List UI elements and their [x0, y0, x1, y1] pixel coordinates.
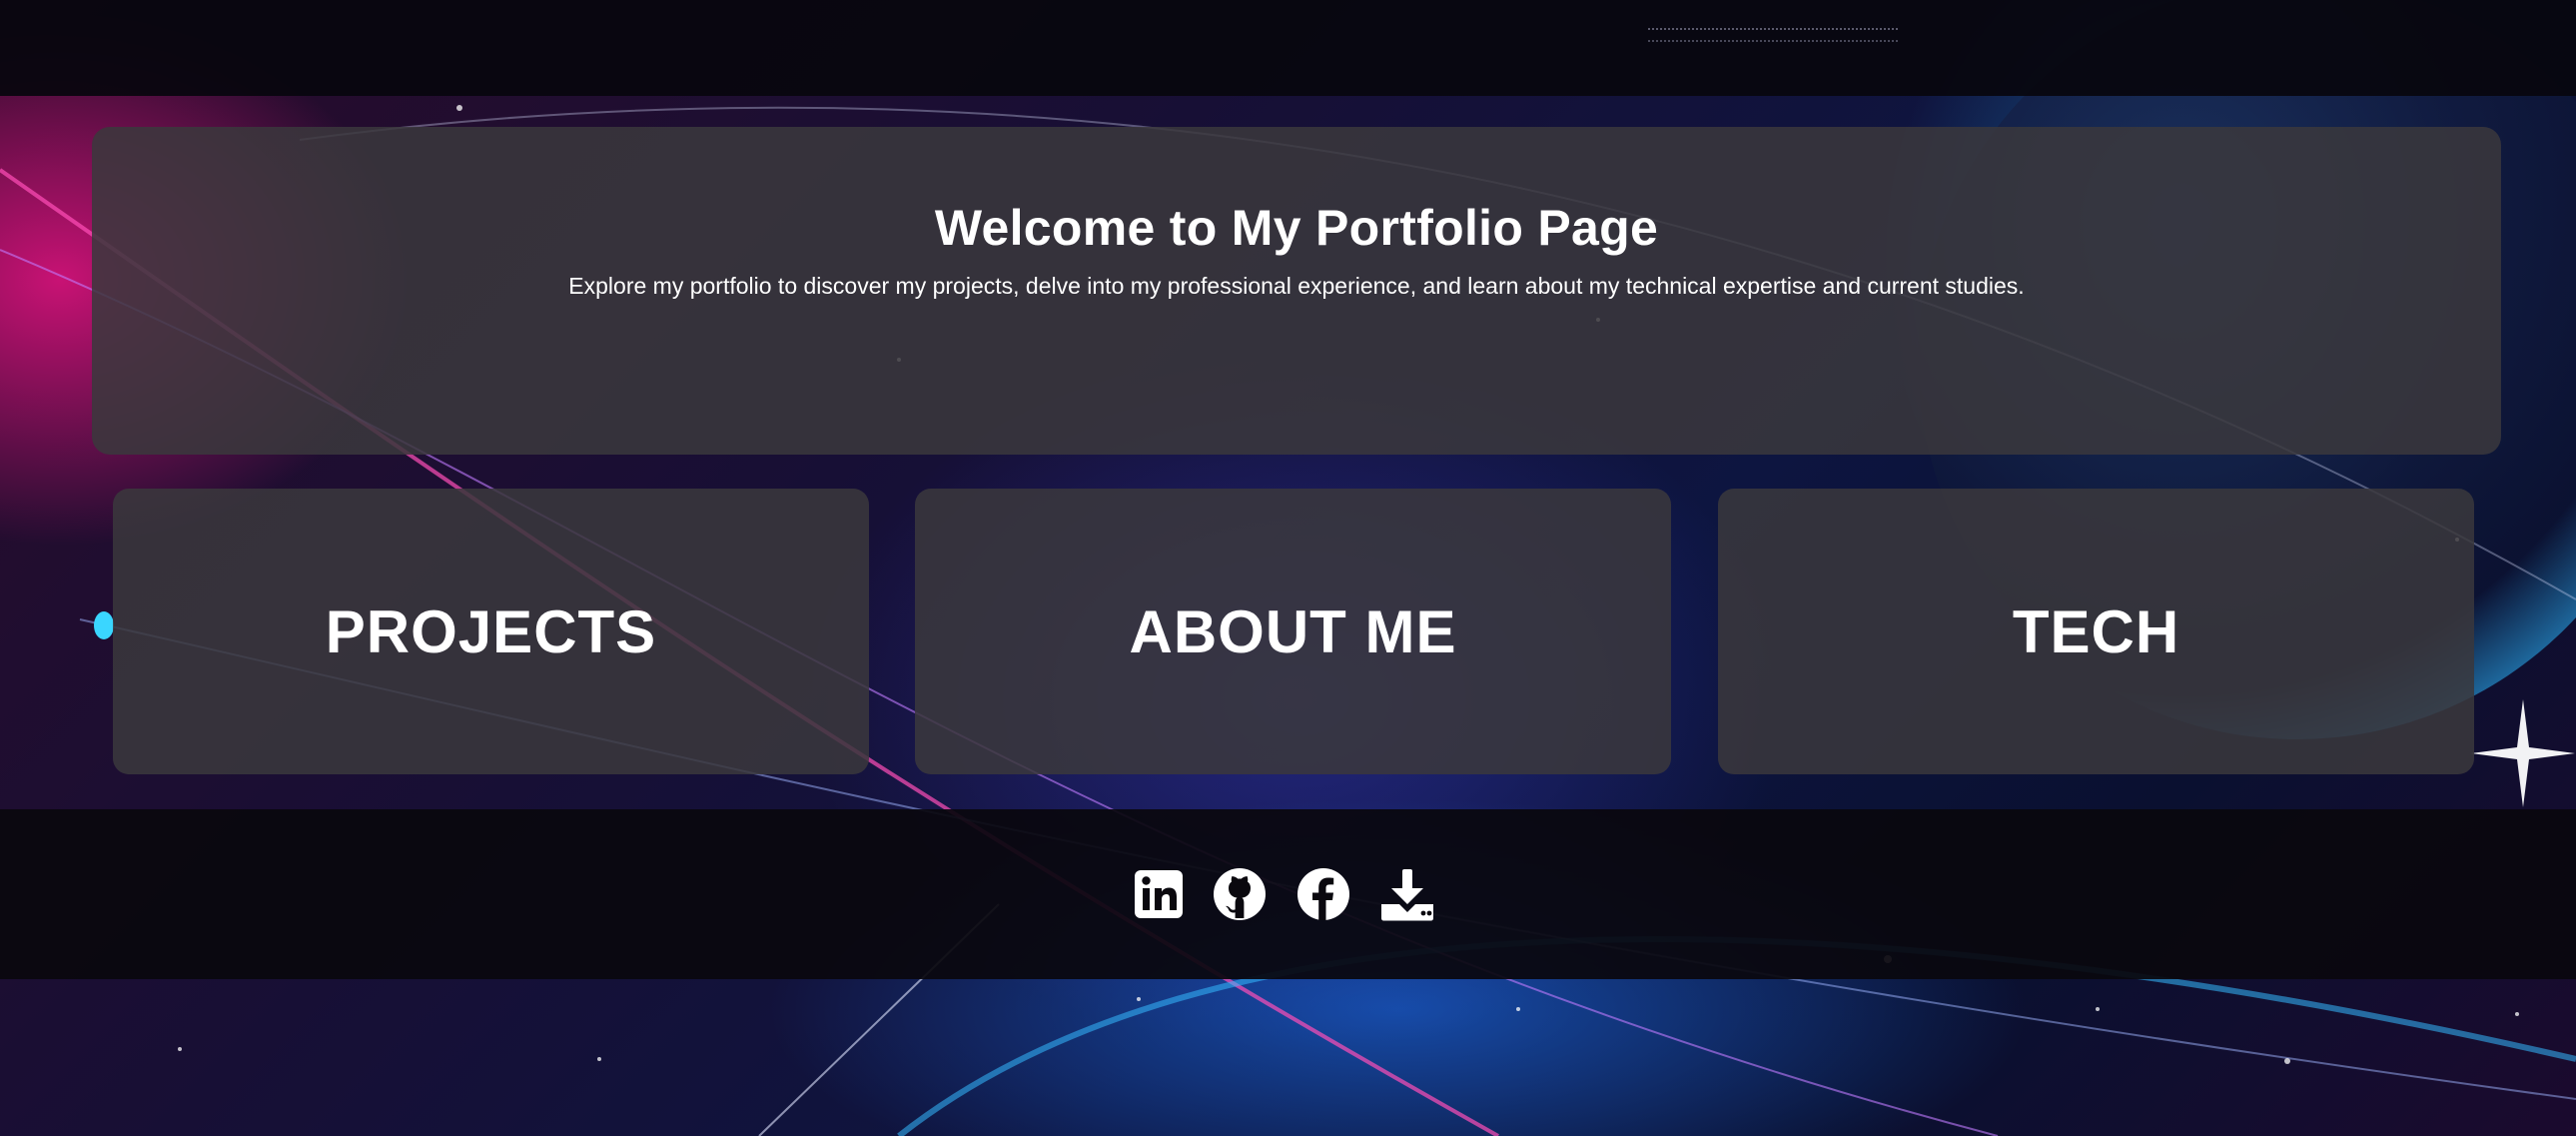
top-bar [0, 0, 2576, 96]
github-link[interactable] [1211, 865, 1269, 923]
sparkle [2471, 699, 2575, 807]
about-me-card-label: ABOUT ME [1129, 597, 1457, 665]
top-bar-decoration [1648, 28, 1898, 42]
linkedin-link[interactable] [1130, 865, 1188, 923]
page-title: Welcome to My Portfolio Page [934, 200, 1659, 256]
page-subtitle: Explore my portfolio to discover my proj… [568, 273, 2025, 299]
projects-card[interactable]: PROJECTS [113, 489, 869, 774]
about-me-card[interactable]: ABOUT ME [915, 489, 1671, 774]
hero-banner: Welcome to My Portfolio Page Explore my … [92, 127, 2501, 455]
linkedin-icon [1135, 870, 1183, 918]
download-cv-link[interactable] [1378, 865, 1436, 923]
facebook-icon [1297, 868, 1349, 920]
facebook-link[interactable] [1294, 865, 1352, 923]
glow-dot [94, 611, 114, 639]
tech-card[interactable]: TECH [1718, 489, 2474, 774]
download-icon [1381, 869, 1433, 921]
github-icon [1214, 868, 1266, 920]
footer [0, 809, 2576, 979]
tech-card-label: TECH [2012, 597, 2180, 665]
projects-card-label: PROJECTS [325, 597, 657, 665]
